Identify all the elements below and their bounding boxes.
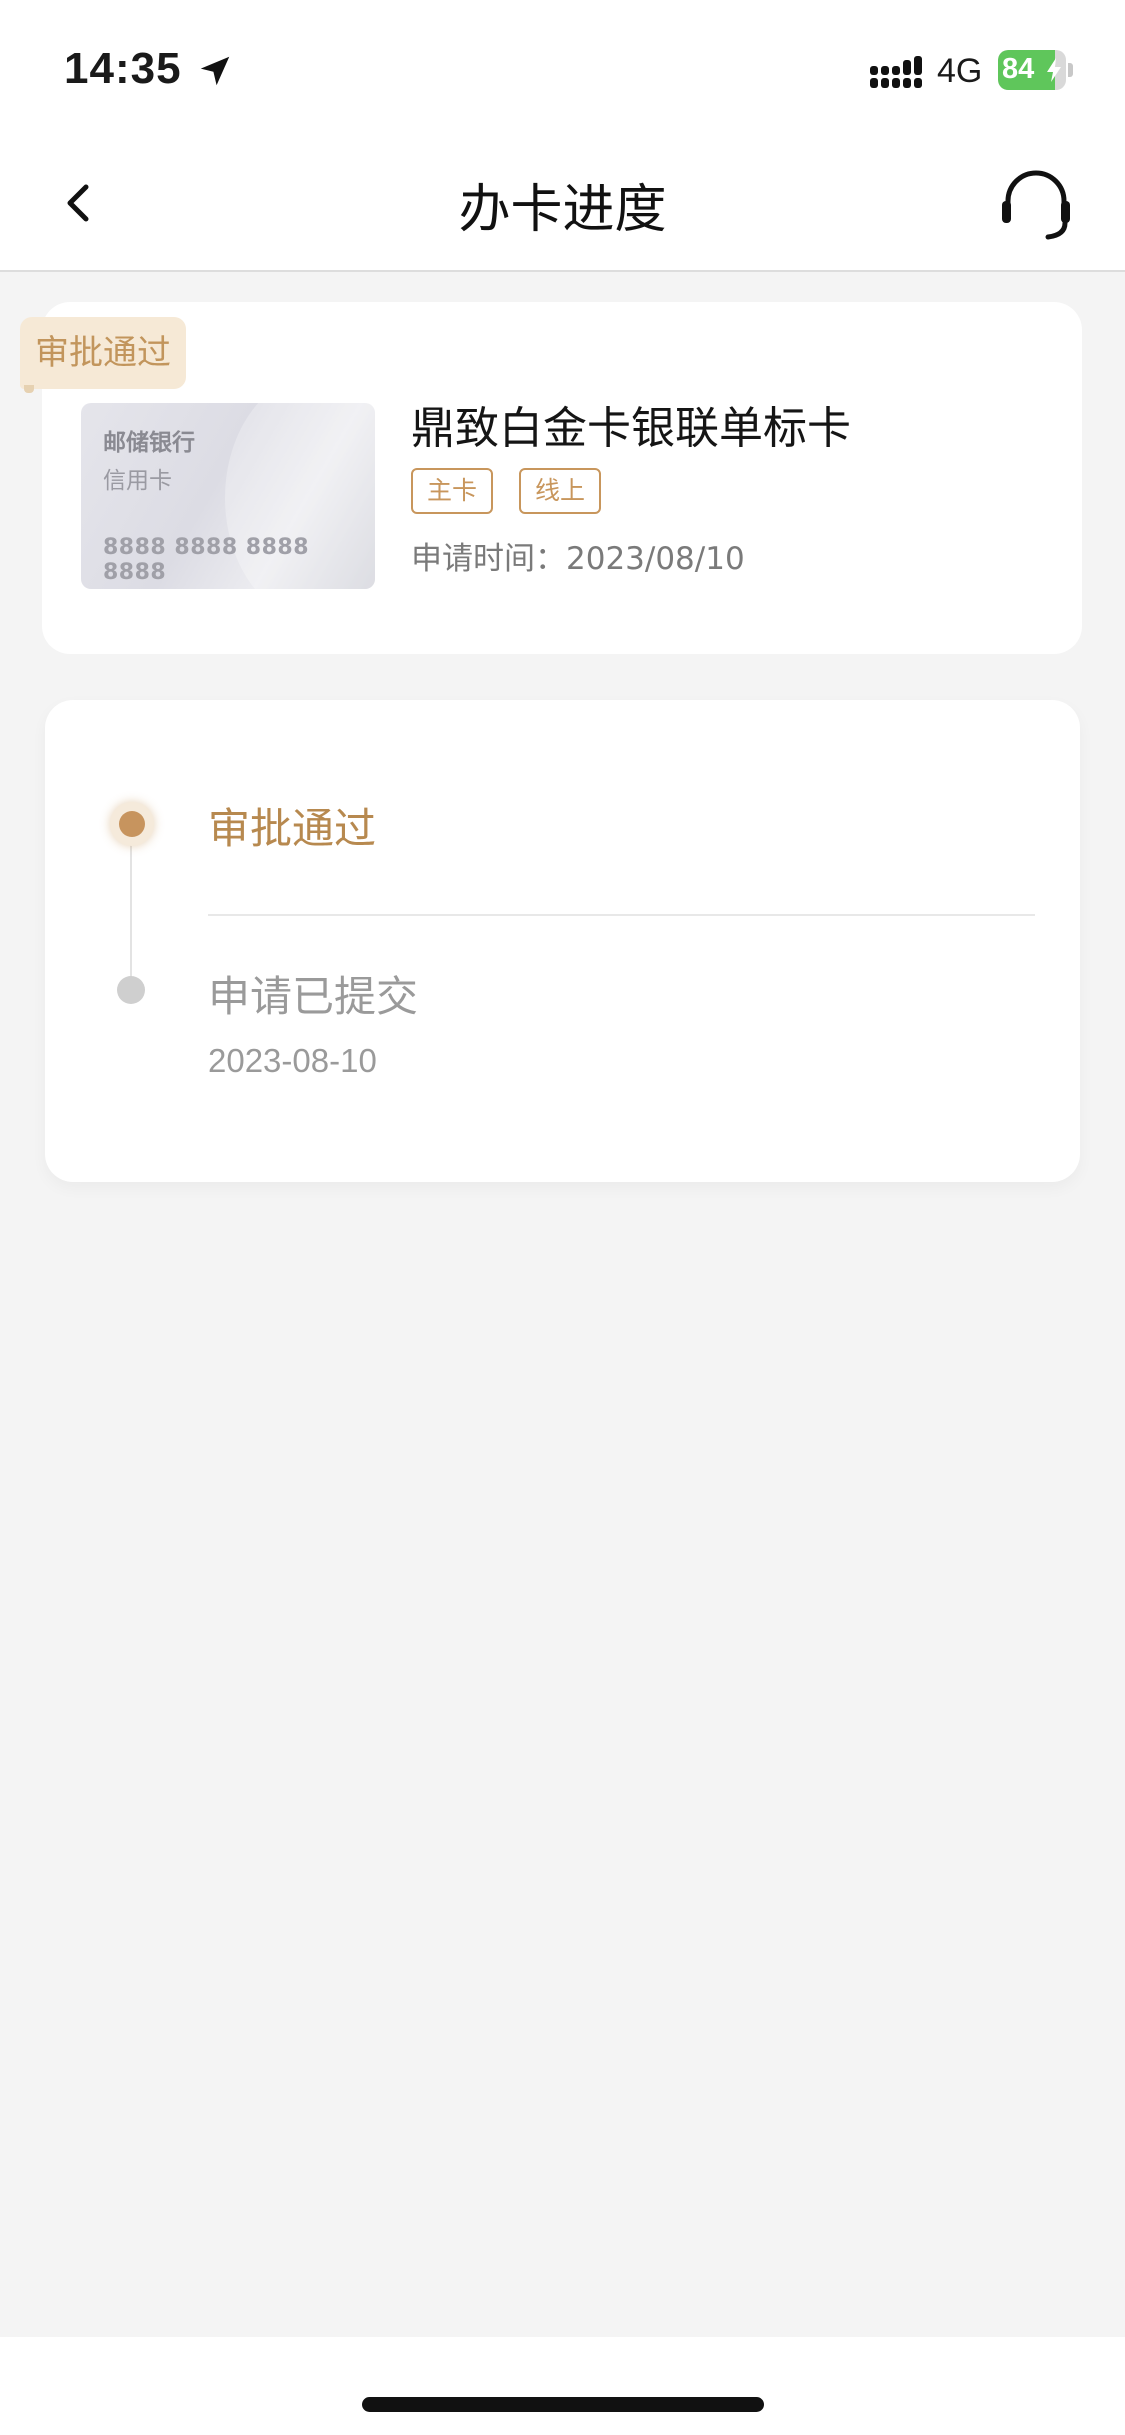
charging-bolt-icon [1047,58,1061,82]
status-time: 14:35 [64,44,182,93]
apply-time: 申请时间：2023/08/10 [411,533,745,578]
timeline-connector [130,825,132,988]
page-title: 办卡进度 [458,180,667,240]
battery-level: 84 [1002,53,1035,85]
card-product-name: 鼎致白金卡银联单标卡 [411,403,851,454]
credit-card-image: 邮储银行 信用卡 8888 8888 8888 8888 [81,403,375,589]
step-divider [208,914,1035,916]
network-type: 4G [937,52,983,90]
nav-bar: 办卡进度 [0,135,1125,272]
bottom-safe-area [0,2337,1125,2435]
customer-service-headset-icon[interactable] [996,165,1076,245]
apply-time-value: 2023/08/10 [566,541,745,577]
card-number: 8888 8888 8888 8888 [103,535,310,585]
battery-icon: 84 [998,50,1074,90]
step-submitted-date: 2023-08-10 [208,1042,377,1079]
home-indicator[interactable] [362,2397,764,2412]
progress-timeline-panel [45,700,1080,1182]
status-bar: 14:35 4G 84 [0,0,1125,135]
card-bank-name: 邮储银行 [103,430,195,456]
signal-icon [870,56,922,88]
apply-time-label: 申请时间： [411,541,566,577]
step-approved-title: 审批通过 [208,804,377,853]
tag-online: 线上 [519,468,602,514]
tag-primary-card: 主卡 [411,468,494,514]
badge-fold [24,385,34,393]
location-arrow-icon [200,56,230,86]
step-submitted-title: 申请已提交 [208,972,419,1021]
timeline-dot-past [117,976,145,1004]
timeline-dot-current [110,802,154,846]
card-type-label: 信用卡 [103,468,172,494]
approval-status-badge: 审批通过 [20,317,186,389]
